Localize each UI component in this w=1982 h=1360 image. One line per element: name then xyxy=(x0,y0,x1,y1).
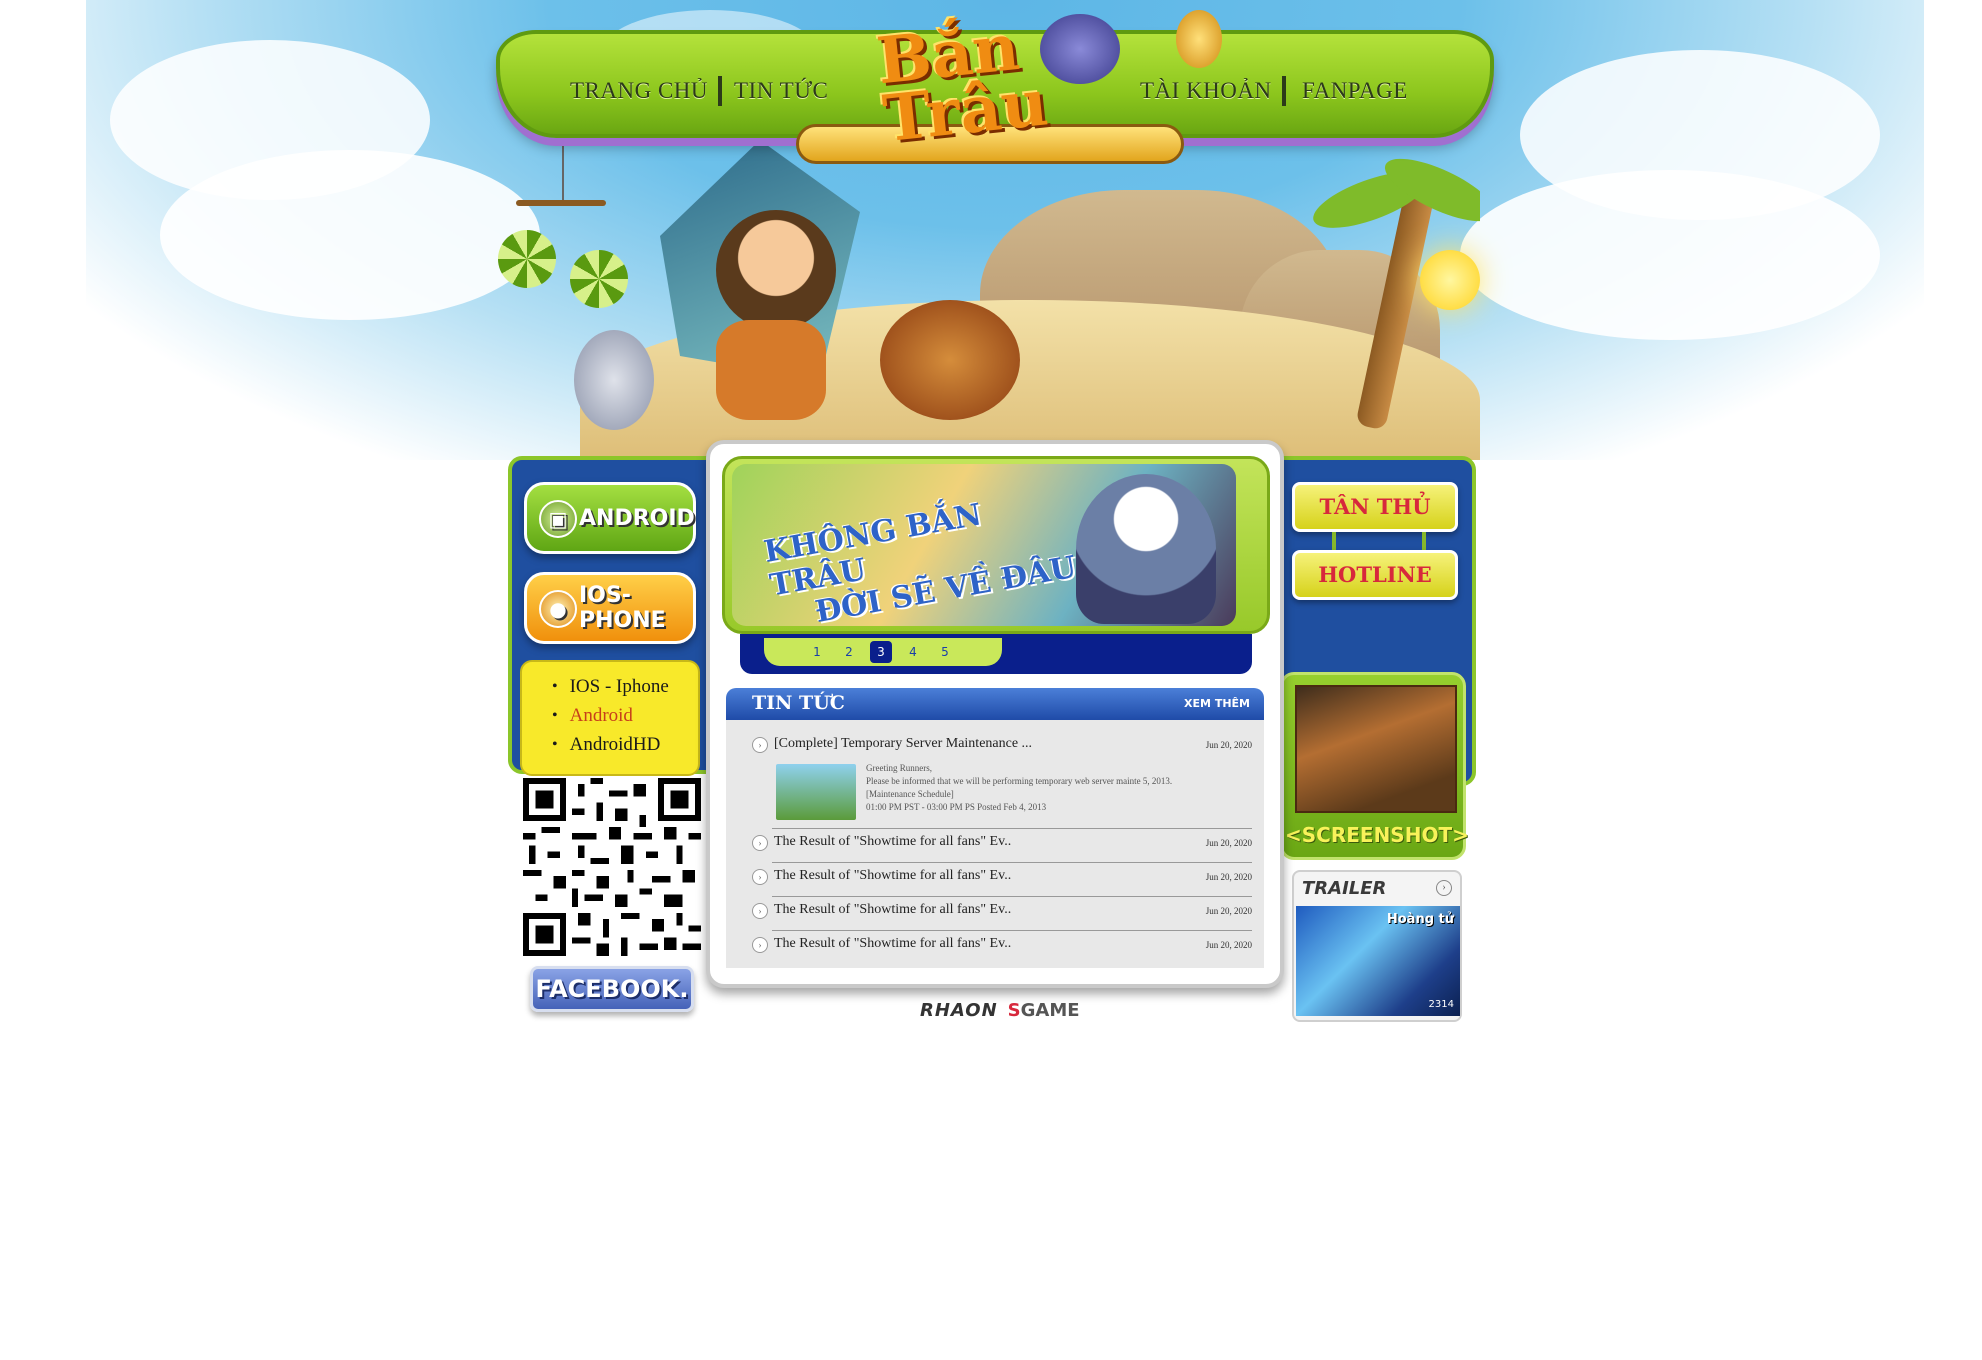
banner-pager: 1 2 3 4 5 xyxy=(764,638,1002,666)
footer-logos: RHAON SGAME xyxy=(920,1000,1080,1021)
news-item[interactable]: › The Result of "Showtime for all fans" … xyxy=(752,934,1252,958)
divider xyxy=(772,930,1252,931)
platform-android[interactable]: Android xyxy=(552,701,698,730)
news-item-title: The Result of "Showtime for all fans" Ev… xyxy=(774,902,1012,917)
news-excerpt-line: [Maintenance Schedule] xyxy=(866,789,954,799)
windmill-icon xyxy=(498,230,556,288)
news-item-date: Jun 20, 2020 xyxy=(1205,940,1252,950)
sgame-text: GAME xyxy=(1020,1000,1080,1021)
news-excerpt-line: Please be informed that we will be perfo… xyxy=(866,776,1173,786)
nav-home[interactable]: TRANG CHỦ xyxy=(570,78,708,104)
pager-page-1[interactable]: 1 xyxy=(806,641,828,663)
arrow-icon: › xyxy=(752,937,768,953)
arrow-icon: › xyxy=(752,903,768,919)
nav-account[interactable]: TÀI KHOẢN xyxy=(1140,78,1272,104)
news-item-title: The Result of "Showtime for all fans" Ev… xyxy=(774,834,1012,849)
news-thumbnail[interactable] xyxy=(776,764,856,820)
cloud xyxy=(1460,170,1880,340)
tiger-mascot-icon xyxy=(1176,10,1222,68)
arrow-icon: › xyxy=(752,835,768,851)
nav-news[interactable]: TIN TỨC xyxy=(734,78,828,104)
rhaon-logo[interactable]: RHAON xyxy=(920,1000,998,1021)
pager-page-3[interactable]: 3 xyxy=(870,641,892,663)
sgame-s: S xyxy=(1007,1000,1021,1021)
news-excerpt-line: 01:00 PM PST - 03:00 PM PS Posted Feb 4,… xyxy=(866,802,1047,812)
mobile-bar xyxy=(516,200,606,206)
news-item[interactable]: › The Result of "Showtime for all fans" … xyxy=(752,866,1252,890)
news-more-link[interactable]: XEM THÊM xyxy=(1184,697,1250,710)
trailer-thumbnail: Hoàng tử 2314 xyxy=(1296,906,1460,1016)
news-item-date: Jun 20, 2020 xyxy=(1205,872,1252,882)
mobile-string xyxy=(562,140,564,200)
news-excerpt-line: Greeting Runners, xyxy=(866,763,932,773)
android-download-button[interactable]: ▣ ANDROID xyxy=(524,482,696,554)
news-item[interactable]: › The Result of "Showtime for all fans" … xyxy=(752,900,1252,924)
qr-code xyxy=(522,778,702,956)
apple-icon: ● xyxy=(539,590,577,628)
divider xyxy=(772,896,1252,897)
platform-androidhd[interactable]: AndroidHD xyxy=(552,730,698,759)
pager-page-4[interactable]: 4 xyxy=(902,641,924,663)
hero-character xyxy=(716,210,836,330)
nav-fanpage[interactable]: FANPAGE xyxy=(1302,78,1408,104)
news-item-title: [Complete] Temporary Server Maintenance … xyxy=(774,736,1033,751)
windmill-icon xyxy=(570,250,628,308)
cloud xyxy=(160,150,540,320)
pager-page-2[interactable]: 2 xyxy=(838,641,860,663)
rope xyxy=(1422,532,1426,552)
platform-list: IOS - Iphone Android AndroidHD xyxy=(520,660,700,776)
news-item-date: Jun 20, 2020 xyxy=(1205,906,1252,916)
lion-character xyxy=(880,300,1020,420)
arrow-icon: › xyxy=(752,737,768,753)
news-item-title: The Result of "Showtime for all fans" Ev… xyxy=(774,868,1012,883)
tanthu-button[interactable]: TÂN THỦ xyxy=(1292,482,1458,532)
screenshot-label: <SCREENSHOT> xyxy=(1285,823,1469,847)
ios-label: IOS-PHONE xyxy=(579,583,666,633)
screenshot-thumbnail xyxy=(1295,685,1457,813)
banner-character xyxy=(1076,474,1216,624)
divider xyxy=(772,862,1252,863)
news-title: TIN TỨC xyxy=(752,692,845,714)
hotline-button[interactable]: HOTLINE xyxy=(1292,550,1458,600)
sgame-logo[interactable]: SGAME xyxy=(1008,1000,1080,1021)
news-item-date: Jun 20, 2020 xyxy=(1205,740,1252,750)
news-item-featured[interactable]: › [Complete] Temporary Server Maintenanc… xyxy=(752,734,1252,758)
nav-separator xyxy=(1282,76,1286,106)
android-label: ANDROID xyxy=(579,505,695,531)
news-item-date: Jun 20, 2020 xyxy=(1205,838,1252,848)
page: TRANG CHỦ TIN TỨC TÀI KHOẢN FANPAGE Bắn … xyxy=(0,0,1982,1360)
trailer-label: TRAILER xyxy=(1302,878,1387,899)
divider xyxy=(772,828,1252,829)
trailer-arrow-icon: › xyxy=(1436,880,1452,896)
arrow-icon: › xyxy=(752,869,768,885)
trailer-box[interactable]: TRAILER › Hoàng tử 2314 xyxy=(1292,870,1462,1022)
banner-text: KHÔNG BẮN TRÂU ĐỜI SẼ VỀ ĐÂU xyxy=(761,481,1095,626)
news-item[interactable]: › The Result of "Showtime for all fans" … xyxy=(752,832,1252,856)
hero-body xyxy=(716,320,826,420)
monster-character xyxy=(574,330,654,430)
rope xyxy=(1332,532,1336,552)
android-icon: ▣ xyxy=(539,500,577,538)
trailer-count: 2314 xyxy=(1428,999,1454,1010)
pager-page-5[interactable]: 5 xyxy=(934,641,956,663)
sun xyxy=(1420,250,1480,310)
facebook-button[interactable]: FACEBOOK. xyxy=(530,966,694,1012)
news-item-title: The Result of "Showtime for all fans" Ev… xyxy=(774,936,1012,951)
trailer-caption: Hoàng tử xyxy=(1386,912,1454,927)
news-excerpt: Greeting Runners, Please be informed tha… xyxy=(866,762,1256,814)
platform-ios-iphone[interactable]: IOS - Iphone xyxy=(552,672,698,701)
ios-download-button[interactable]: ● IOS-PHONE xyxy=(524,572,696,644)
nav-separator xyxy=(718,76,722,106)
promo-banner[interactable]: KHÔNG BẮN TRÂU ĐỜI SẼ VỀ ĐÂU xyxy=(732,464,1236,626)
news-header: TIN TỨC XEM THÊM xyxy=(726,688,1264,720)
screenshot-gallery[interactable]: <SCREENSHOT> xyxy=(1280,672,1469,860)
buffalo-mascot-icon xyxy=(1040,14,1120,84)
